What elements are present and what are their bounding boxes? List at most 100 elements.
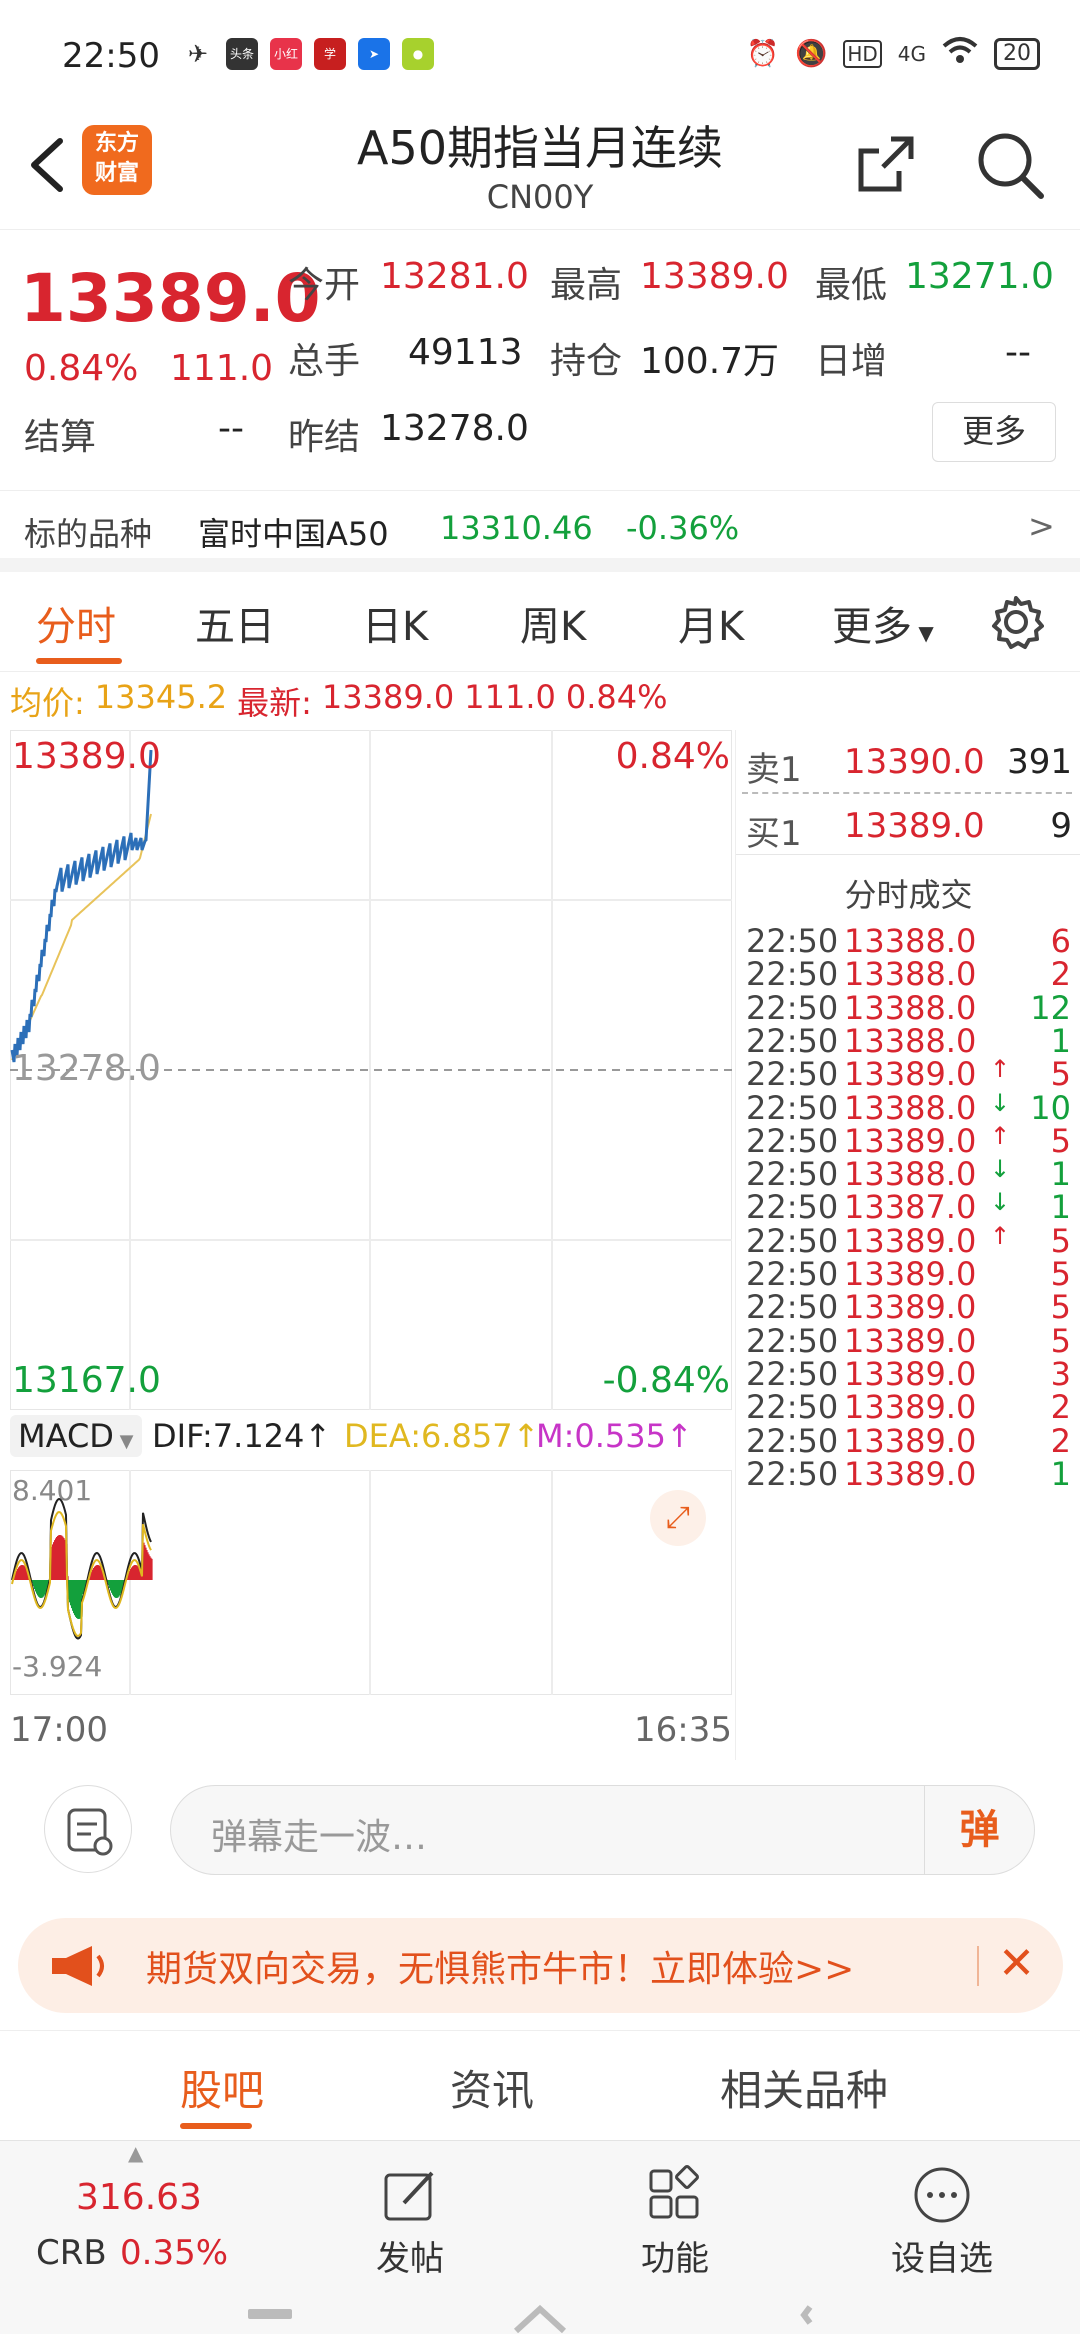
- prev-settle-label: 昨结: [288, 417, 361, 458]
- up-arrow-icon: ↑: [990, 1121, 1011, 1150]
- chart-bottom-price: 13167.0: [12, 1360, 161, 1401]
- trade-qty: 2: [1050, 1388, 1071, 1427]
- share-icon[interactable]: [855, 133, 917, 195]
- trade-time: 22:50: [746, 922, 839, 960]
- nav-back-icon[interactable]: [800, 2303, 850, 2333]
- trade-price: 13389.0: [844, 1055, 977, 1094]
- status-bar: 22:50 ✈ 头条 小红书 学 ➤ ● ⏰ 🔕 HD 4G 20: [0, 0, 1080, 100]
- volume-value: 49113: [408, 332, 523, 373]
- trade-qty: 6: [1050, 922, 1071, 960]
- trade-qty: 1: [1050, 1188, 1071, 1227]
- tab-news[interactable]: 资讯: [450, 2057, 534, 2118]
- xiaohongshu-icon: 小红书: [270, 38, 302, 93]
- trade-time: 22:50: [746, 1221, 839, 1260]
- trade-time: 22:50: [746, 1321, 839, 1360]
- trade-price: 13389.0: [844, 1354, 977, 1393]
- trade-price: 13388.0: [844, 922, 977, 960]
- chart-top-price: 13389.0: [12, 736, 161, 777]
- trade-price: 13389.0: [844, 1421, 977, 1460]
- underlying-change: -0.36%: [626, 509, 740, 547]
- ask-1-row: 卖1 13390.0 391: [742, 742, 1072, 792]
- trade-price: 13389.0: [844, 1454, 977, 1493]
- tab-five-day[interactable]: 五日: [195, 594, 275, 652]
- latest-change: 111.0: [464, 678, 556, 716]
- wifi-icon: [942, 36, 978, 71]
- macd-top-value: 8.401: [12, 1474, 93, 1507]
- alarm-icon: ⏰: [746, 38, 779, 69]
- expand-icon[interactable]: ⤢: [650, 1490, 706, 1546]
- trade-price: 13388.0: [844, 1021, 977, 1060]
- ask-1-label: 卖1: [746, 750, 802, 790]
- chart-top-pct: 0.84%: [615, 736, 730, 777]
- hd-icon: HD: [843, 39, 882, 68]
- quote-panel: 13389.0 0.84% 111.0 结算 -- 今开 13281.0 最高 …: [0, 230, 1080, 565]
- bid-1-row: 买1 13389.0 9: [742, 806, 1072, 856]
- search-icon[interactable]: [975, 130, 1045, 200]
- danmaku-placeholder: 弹幕走一波…: [211, 1817, 428, 1858]
- daily-inc-value: --: [1005, 332, 1031, 373]
- trade-time: 22:50: [746, 1055, 839, 1094]
- tab-intraday[interactable]: 分时: [36, 594, 116, 652]
- tab-related[interactable]: 相关品种: [720, 2057, 888, 2118]
- high-label: 最高: [550, 265, 623, 306]
- trade-price: 13389.0: [844, 1288, 977, 1327]
- app-header: 东方 财富 A50期指当月连续 CN00Y: [0, 100, 1080, 230]
- tab-more[interactable]: 更多 ▼: [832, 594, 934, 652]
- latest-label: 最新:: [237, 684, 312, 722]
- up-arrow-icon: ↑: [990, 1055, 1011, 1084]
- macd-selector[interactable]: MACD ▼: [10, 1415, 142, 1457]
- open-value: 13281.0: [380, 256, 529, 297]
- edit-icon: [384, 2171, 434, 2221]
- avg-label: 均价:: [10, 684, 85, 722]
- macd-dif: DIF:7.124↑: [152, 1417, 332, 1455]
- last-price: 13389.0: [20, 260, 321, 337]
- ask-1-price: 13390.0: [844, 742, 985, 782]
- underlying-price: 13310.46: [440, 509, 593, 547]
- settings-gear-icon[interactable]: [988, 594, 1044, 650]
- trade-qty: 1: [1050, 1155, 1071, 1194]
- battery-indicator: 20: [994, 37, 1040, 70]
- change-value: 111.0: [170, 348, 274, 389]
- dropdown-icon: ▼: [912, 621, 934, 645]
- trade-qty: 10: [1030, 1088, 1071, 1127]
- grid-icon: [649, 2165, 699, 2219]
- underlying-row[interactable]: 标的品种 富时中国A50 13310.46 -0.36% >: [0, 490, 1080, 565]
- volume-label: 总手: [288, 341, 361, 382]
- status-right: ⏰ 🔕 HD 4G 20: [747, 36, 1040, 71]
- latest-value: 13389.0: [321, 678, 455, 716]
- danmaku-input[interactable]: 弹幕走一波… 弹: [170, 1785, 1035, 1875]
- danmaku-settings-icon[interactable]: [44, 1785, 132, 1873]
- nav-menu-icon[interactable]: [248, 2309, 292, 2319]
- danmaku-send-button[interactable]: 弹: [924, 1786, 1034, 1874]
- nav-home-icon[interactable]: [512, 2303, 568, 2333]
- trade-time: 22:50: [746, 1021, 839, 1060]
- prev-settle-value: 13278.0: [380, 408, 529, 449]
- crb-label: CRB: [36, 2233, 107, 2273]
- position-label: 持仓: [550, 341, 623, 382]
- crb-pct: 0.35%: [120, 2233, 229, 2273]
- tab-daily-k[interactable]: 日K: [362, 594, 428, 652]
- more-button[interactable]: 更多: [932, 402, 1056, 462]
- high-value: 13389.0: [640, 256, 789, 297]
- trade-time: 22:50: [746, 1354, 839, 1393]
- tab-guba[interactable]: 股吧: [180, 2057, 264, 2118]
- tab-active-underline: [36, 658, 122, 664]
- trade-qty: 5: [1050, 1055, 1071, 1094]
- intraday-chart[interactable]: 13389.0 0.84% 13278.0 13167.0 -0.84%: [10, 730, 732, 1410]
- close-icon[interactable]: ✕: [998, 1938, 1035, 1989]
- trade-qty: 12: [1030, 988, 1071, 1027]
- underlying-name: 富时中国A50: [198, 515, 389, 553]
- trade-time: 22:50: [746, 1155, 839, 1194]
- tab-monthly-k[interactable]: 月K: [678, 594, 744, 652]
- crb-value[interactable]: 316.63: [76, 2177, 202, 2218]
- settle-value: --: [218, 408, 244, 449]
- trade-price: 13388.0: [844, 1088, 977, 1127]
- trade-price: 13389.0: [844, 1121, 977, 1160]
- tab-weekly-k[interactable]: 周K: [520, 594, 586, 652]
- trade-qty: 5: [1050, 1321, 1071, 1360]
- macd-chart[interactable]: 8.401 -3.924 ⤢: [9, 1469, 733, 1696]
- mute-icon: 🔕: [794, 38, 828, 69]
- trade-price: 13389.0: [844, 1321, 977, 1360]
- promo-banner[interactable]: 期货双向交易，无惧熊市牛市！立即体验>> ✕: [18, 1918, 1063, 2013]
- trade-price: 13388.0: [844, 1155, 977, 1194]
